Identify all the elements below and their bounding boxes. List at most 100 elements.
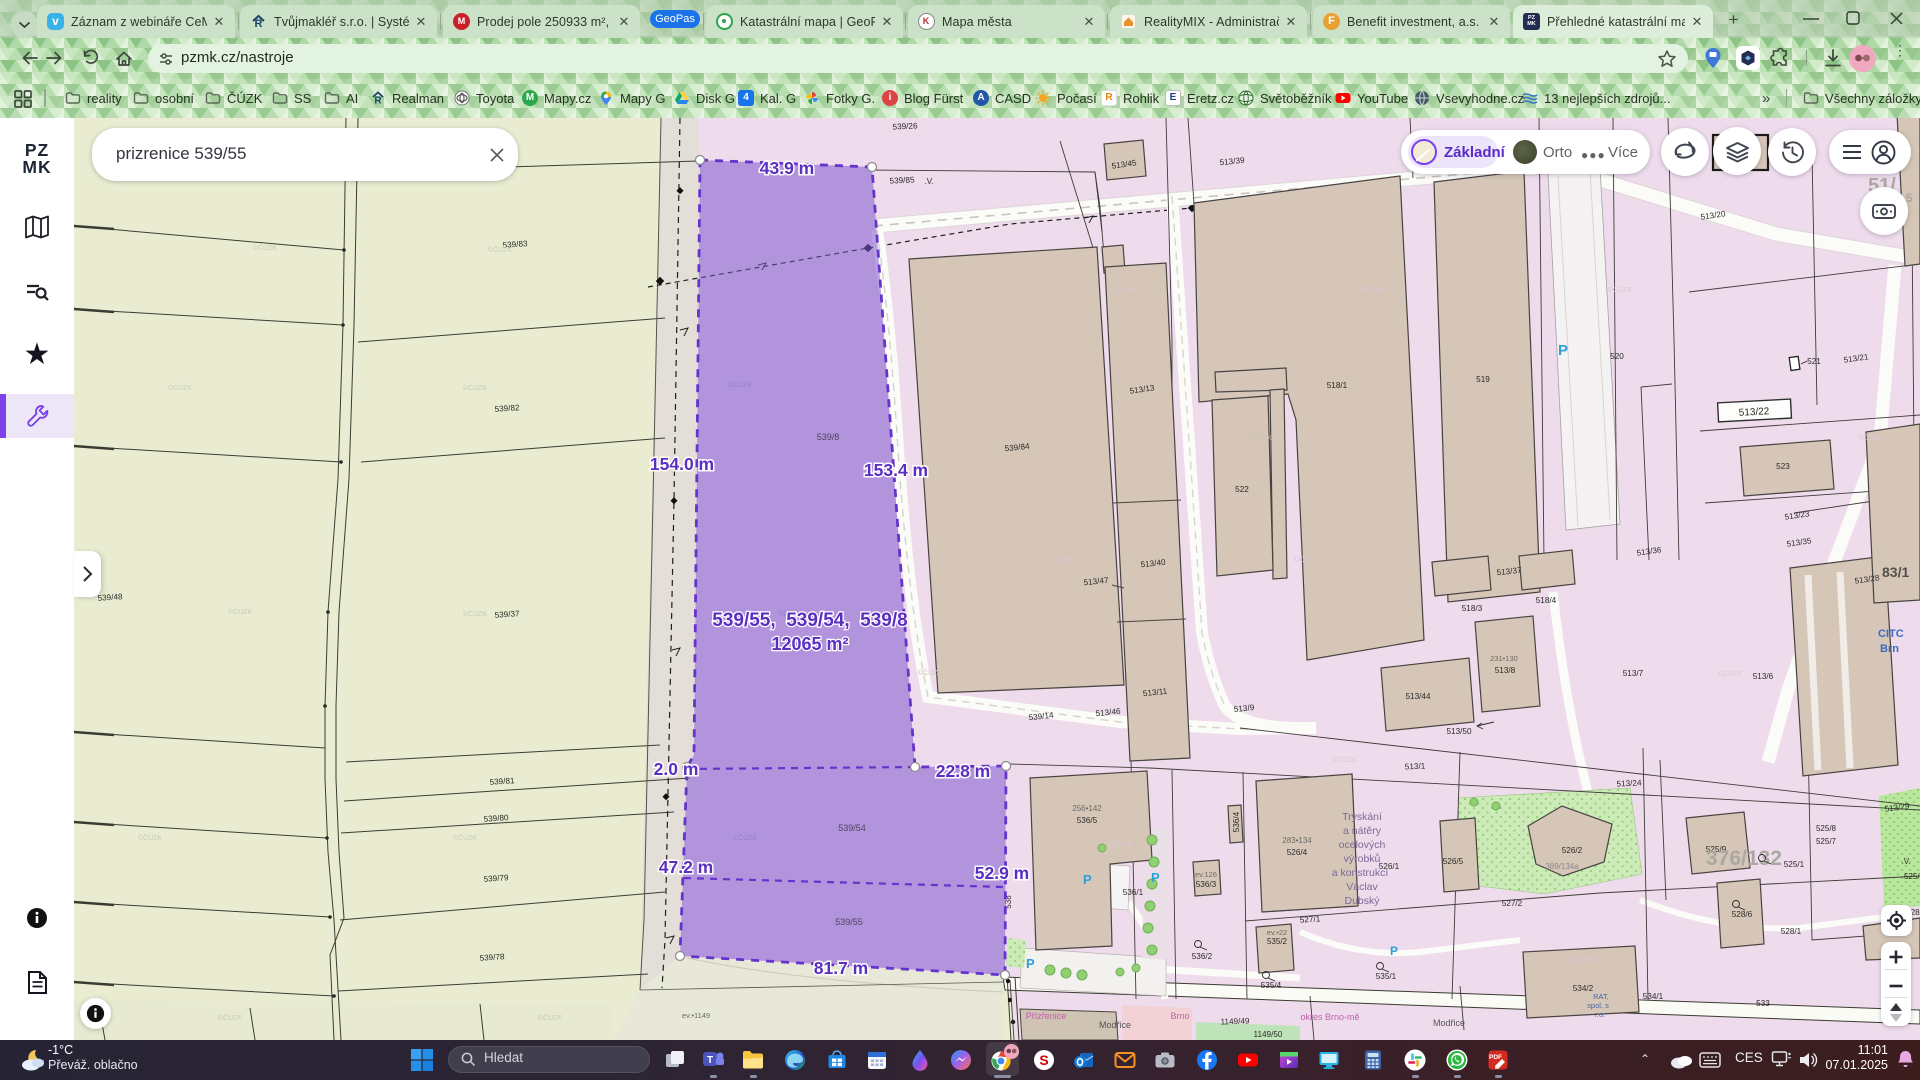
svg-text:©ČÚZK: ©ČÚZK — [1858, 433, 1883, 442]
svg-text:153.4 m: 153.4 m — [864, 460, 928, 480]
svg-text:533: 533 — [1756, 999, 1770, 1008]
svg-text:528/: 528/ — [1906, 908, 1920, 917]
svg-text:T: T — [707, 1055, 713, 1066]
svg-text:528/6: 528/6 — [1732, 910, 1753, 919]
svg-text:43.9 m: 43.9 m — [760, 158, 814, 178]
svg-text:©ČÚZK: ©ČÚZK — [1568, 955, 1593, 964]
svg-text:535/1: 535/1 — [1376, 972, 1397, 981]
svg-text:Tryskání: Tryskání — [1342, 811, 1382, 823]
svg-text:526/4: 526/4 — [1287, 848, 1308, 857]
svg-text:528/1: 528/1 — [1781, 927, 1802, 936]
svg-text:527/1: 527/1 — [1299, 914, 1321, 924]
svg-text:513/44: 513/44 — [1405, 692, 1430, 701]
svg-text:výrobků: výrobků — [1344, 853, 1381, 865]
svg-text:Dubský: Dubský — [1344, 895, 1380, 907]
svg-text:.V.: .V. — [924, 177, 933, 186]
svg-text:231•130: 231•130 — [1490, 654, 1518, 663]
svg-text:513/7: 513/7 — [1623, 669, 1644, 678]
svg-text:CITC: CITC — [1878, 628, 1904, 640]
svg-text:513/8: 513/8 — [1495, 666, 1516, 675]
svg-text:521: 521 — [1807, 357, 1821, 366]
svg-text:523: 523 — [1776, 462, 1790, 471]
svg-text:Brn: Brn — [1880, 643, 1899, 655]
svg-text:525/8: 525/8 — [1816, 824, 1837, 833]
svg-text:P: P — [1151, 870, 1160, 885]
svg-text:©ČÚZK: ©ČÚZK — [1608, 285, 1633, 294]
svg-text:536/4: 536/4 — [1232, 811, 1241, 832]
svg-text:52.9 m: 52.9 m — [975, 863, 1029, 883]
svg-text:P: P — [1083, 872, 1092, 887]
svg-text:283•134: 283•134 — [1282, 836, 1312, 845]
svg-text:536/5: 536/5 — [1077, 816, 1098, 825]
svg-text:513/22: 513/22 — [1739, 406, 1771, 419]
svg-text:526/2: 526/2 — [1562, 846, 1583, 855]
svg-text:©ČÚZK: ©ČÚZK — [253, 243, 278, 252]
svg-text:389/134a: 389/134a — [1545, 862, 1579, 871]
svg-text:256•142: 256•142 — [1072, 804, 1102, 813]
svg-text:©ČÚZK: ©ČÚZK — [1333, 755, 1358, 764]
svg-text:536/2: 536/2 — [1192, 952, 1213, 961]
svg-text:Přízřenice: Přízřenice — [1026, 1011, 1067, 1021]
svg-text:513/1: 513/1 — [1405, 761, 1426, 771]
svg-text:.V.: .V. — [1901, 857, 1910, 866]
svg-text:P: P — [1390, 944, 1398, 958]
svg-text:©ČÚZK: ©ČÚZK — [168, 383, 193, 392]
svg-text:©ČÚZK: ©ČÚZK — [138, 833, 163, 842]
svg-text:©ČÚZK: ©ČÚZK — [1294, 555, 1319, 564]
svg-text:PDF: PDF — [1489, 1054, 1502, 1061]
svg-text:©ČÚZK: ©ČÚZK — [1113, 285, 1138, 294]
svg-text:1149/50: 1149/50 — [1254, 1030, 1283, 1039]
svg-text:Brno: Brno — [1170, 1011, 1189, 1021]
svg-text:539/48: 539/48 — [97, 592, 123, 603]
svg-text:534/2: 534/2 — [1573, 984, 1594, 993]
svg-text:525/7: 525/7 — [1816, 837, 1837, 846]
svg-text:©ČÚZK: ©ČÚZK — [1108, 840, 1133, 849]
svg-text:©ČÚZK: ©ČÚZK — [1248, 433, 1273, 442]
svg-text:539/85: 539/85 — [889, 175, 915, 185]
svg-text:513/50: 513/50 — [1446, 727, 1471, 736]
svg-text:525/3: 525/3 — [1904, 872, 1920, 881]
svg-text:536/3: 536/3 — [1196, 880, 1217, 889]
svg-text:P: P — [1900, 955, 1908, 969]
svg-text:©ČÚZK: ©ČÚZK — [218, 1013, 243, 1022]
svg-text:539/54: 539/54 — [838, 823, 866, 833]
svg-text:spol. s: spol. s — [1587, 1001, 1609, 1010]
svg-text:ocelových: ocelových — [1339, 839, 1386, 851]
svg-text:520: 520 — [1610, 352, 1624, 361]
svg-text:1149/49: 1149/49 — [1220, 1016, 1250, 1026]
svg-text:522: 522 — [1235, 485, 1249, 494]
svg-text:539/8: 539/8 — [817, 432, 840, 442]
svg-text:51/: 51/ — [1868, 175, 1896, 197]
svg-text:535/2: 535/2 — [1267, 937, 1288, 946]
svg-text:ev.•22: ev.•22 — [1267, 928, 1287, 937]
svg-text:2.0 m: 2.0 m — [654, 759, 699, 779]
svg-text:r.o.: r.o. — [1595, 1010, 1605, 1019]
svg-text:518/4: 518/4 — [1536, 596, 1557, 605]
svg-text:okres Brno-mě: okres Brno-mě — [1300, 1012, 1359, 1022]
svg-text:539/80: 539/80 — [483, 813, 509, 824]
svg-text:22.8 m: 22.8 m — [936, 761, 990, 781]
svg-text:©ČÚZK: ©ČÚZK — [1718, 669, 1743, 678]
svg-text:539/82: 539/82 — [494, 403, 520, 414]
svg-text:539/79: 539/79 — [483, 873, 509, 884]
svg-text:©ČÚZK: ©ČÚZK — [918, 668, 943, 677]
svg-text:527/2: 527/2 — [1502, 899, 1523, 908]
svg-text:5: 5 — [1906, 191, 1913, 205]
svg-text:P: P — [1558, 342, 1568, 359]
svg-text:519: 519 — [1476, 375, 1490, 384]
svg-text:a konstrukcí: a konstrukcí — [1332, 867, 1389, 879]
svg-text:©ČÚZK: ©ČÚZK — [463, 383, 488, 392]
svg-text:513/6: 513/6 — [1753, 672, 1774, 681]
svg-text:Modřice: Modřice — [1099, 1020, 1131, 1030]
svg-text:513/24: 513/24 — [1616, 778, 1642, 788]
svg-text:539/37: 539/37 — [494, 609, 520, 620]
svg-text:539/26: 539/26 — [892, 121, 918, 131]
svg-text:539/55: 539/55 — [835, 917, 863, 927]
svg-text:47.2 m: 47.2 m — [659, 857, 713, 877]
svg-text:Václav: Václav — [1346, 881, 1378, 893]
svg-text:539/81: 539/81 — [489, 776, 515, 787]
svg-text:©ČÚZK: ©ČÚZK — [228, 607, 253, 616]
svg-text:©ČÚZK: ©ČÚZK — [488, 245, 513, 254]
svg-text:518/3: 518/3 — [1462, 604, 1483, 613]
svg-text:83/1: 83/1 — [1882, 564, 1909, 580]
